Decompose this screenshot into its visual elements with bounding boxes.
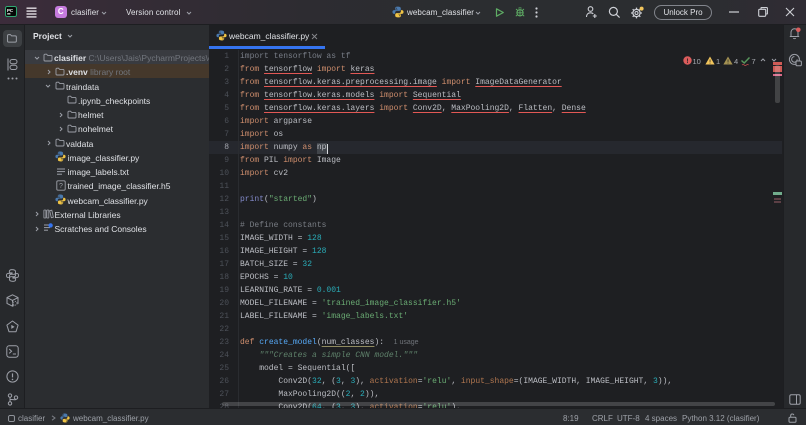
svg-text:?: ?: [59, 183, 63, 190]
svg-text:!: !: [727, 59, 729, 64]
svg-text:!: !: [686, 57, 688, 64]
svg-text:PC: PC: [7, 8, 14, 13]
svg-text:!: !: [709, 59, 711, 64]
